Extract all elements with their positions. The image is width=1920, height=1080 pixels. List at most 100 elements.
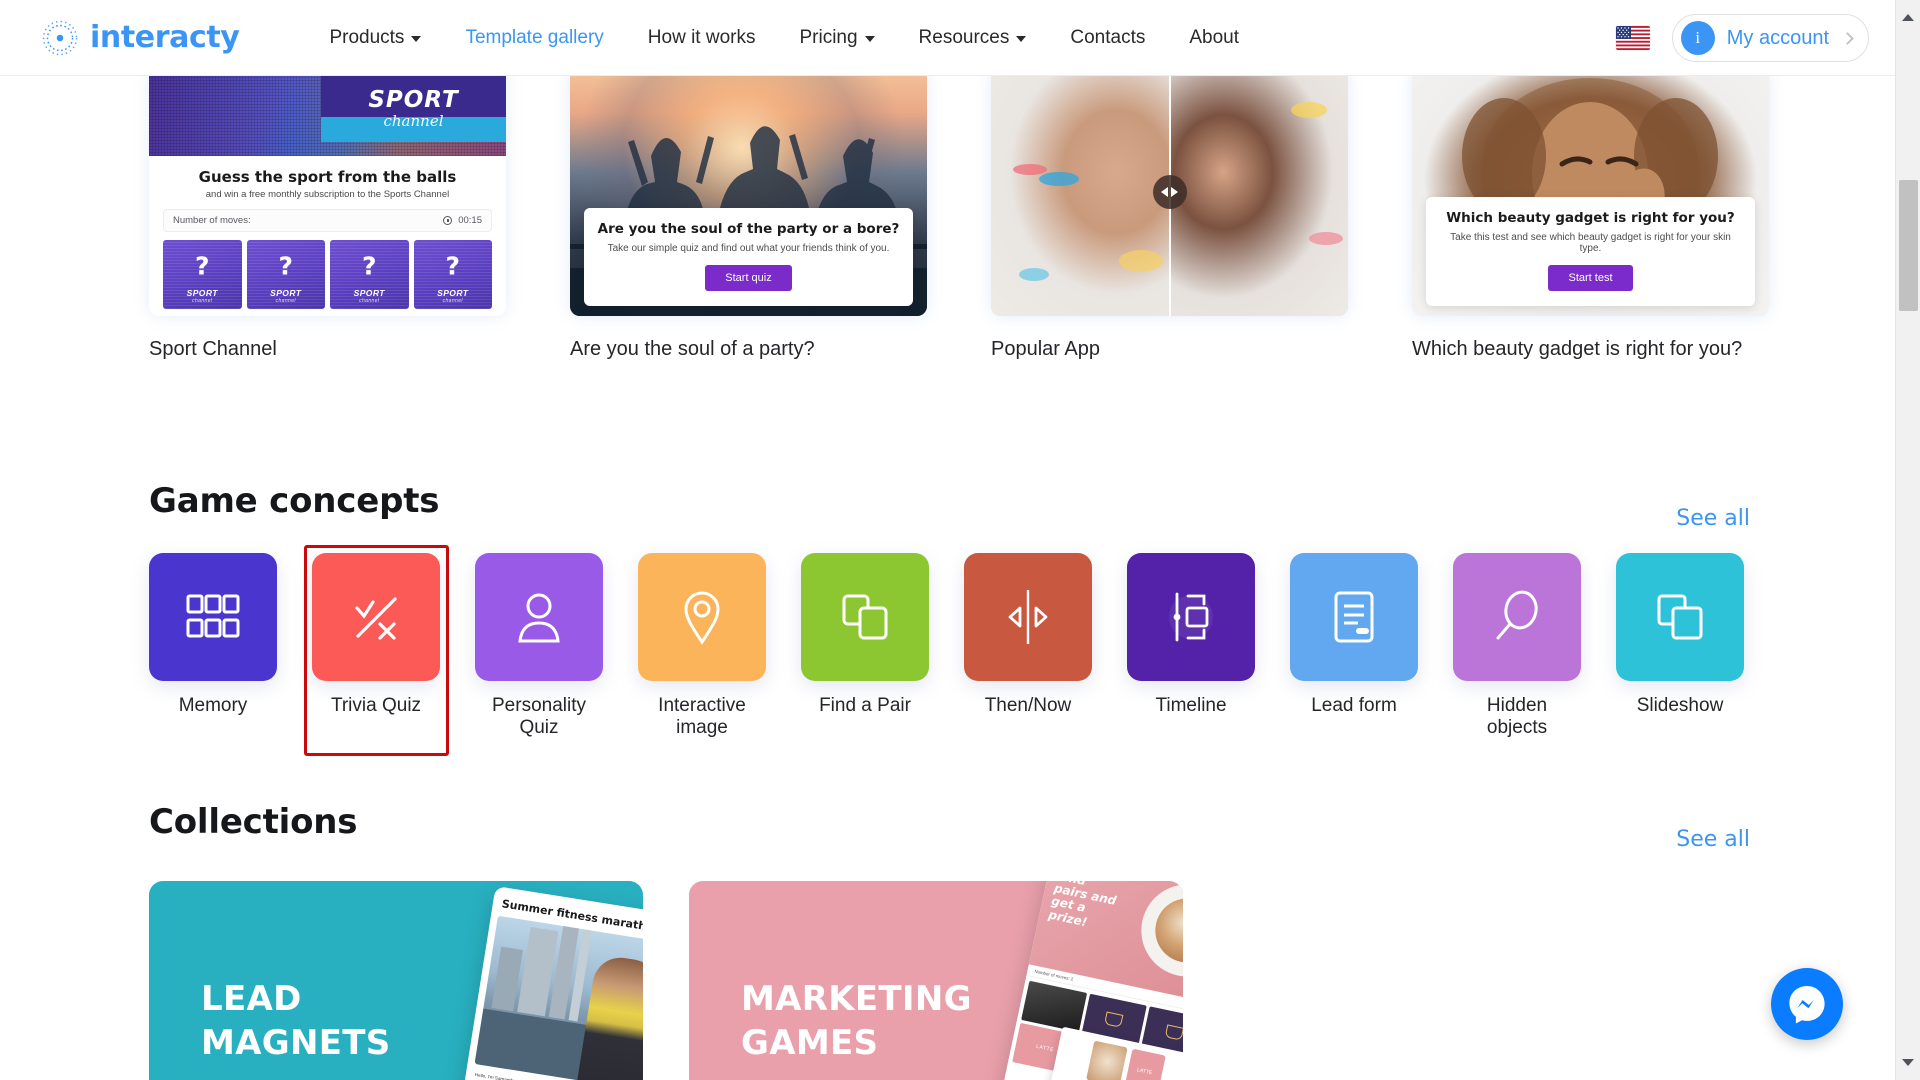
sport-card-body: Guess the sport from the balls and win a… <box>149 156 506 316</box>
collection-title: MARKETING GAMES <box>741 979 972 1064</box>
collection-title: LEAD MAGNETS <box>201 979 391 1064</box>
timer-group: 00:15 <box>443 215 482 226</box>
concept-tile[interactable] <box>1616 553 1744 681</box>
sport-headline: Guess the sport from the balls <box>198 168 457 186</box>
nav-item-products[interactable]: Products <box>307 27 443 49</box>
nav-item-how-it-works[interactable]: How it works <box>626 27 778 49</box>
concept-tile[interactable] <box>638 553 766 681</box>
concept-label: Interactive image <box>658 695 746 738</box>
collection-preview-shot: Summer fitness marathon Hello, I'm Saman… <box>448 885 643 1080</box>
nav-item-resources[interactable]: Resources <box>897 27 1049 49</box>
collection-card-lead-magnets[interactable]: LEAD MAGNETS Summer fitness marathon Hel… <box>149 881 643 1080</box>
template-thumbnail[interactable]: SPORT channel Guess the sport from the b… <box>149 76 506 316</box>
concept-interactive-image[interactable]: Interactive image <box>638 553 766 739</box>
concept-lead-form[interactable]: Lead form <box>1290 553 1418 739</box>
magnifier-icon <box>1496 590 1538 640</box>
template-thumbnail[interactable] <box>991 76 1348 316</box>
start-test-button[interactable]: Start test <box>1548 265 1633 291</box>
my-account-button[interactable]: i My account <box>1671 14 1869 62</box>
nav-label: How it works <box>647 26 756 48</box>
concept-label: Hidden objects <box>1486 695 1548 738</box>
concept-tile[interactable] <box>475 553 603 681</box>
quiz-subhead: Take this test and see which beauty gadg… <box>1450 232 1731 254</box>
sport-channel-badge: SPORT channel <box>321 76 506 142</box>
template-card-soul-of-a-party[interactable]: Are you the soul of the party or a bore?… <box>570 76 927 361</box>
concept-tile[interactable] <box>1290 553 1418 681</box>
nav-item-about[interactable]: About <box>1167 27 1261 49</box>
before-half <box>991 76 1170 316</box>
timeline-icon <box>1169 592 1213 642</box>
game-concepts-see-all[interactable]: See all <box>1676 506 1750 531</box>
nav-label: Resources <box>918 26 1010 48</box>
concept-hidden-objects[interactable]: Hidden objects <box>1453 553 1581 739</box>
avatar: i <box>1680 21 1715 55</box>
sport-badge-subtitle: channel <box>383 111 444 130</box>
tile-label: SPORT channel <box>186 288 218 304</box>
tile-label: SPORT channel <box>353 288 385 304</box>
nav-label: About <box>1189 26 1240 48</box>
nav-item-pricing[interactable]: Pricing <box>777 27 896 49</box>
collections-title: Collections <box>149 802 358 842</box>
concept-trivia-quiz[interactable]: Trivia Quiz <box>312 553 440 739</box>
concept-tile[interactable] <box>801 553 929 681</box>
chevron-right-icon <box>1841 31 1854 45</box>
concept-slideshow[interactable]: Slideshow <box>1616 553 1744 739</box>
page-scrollbar[interactable] <box>1895 0 1920 1080</box>
scroll-up-arrow-icon[interactable] <box>1902 14 1914 21</box>
nav-label: Contacts <box>1070 26 1146 48</box>
concept-personality-quiz[interactable]: Personality Quiz <box>475 553 603 739</box>
page-root: interacty Products Template gallery How … <box>0 0 1920 1080</box>
stacked-slides-icon <box>1657 594 1703 640</box>
concept-timeline[interactable]: Timeline <box>1127 553 1255 739</box>
sport-banner-image: SPORT channel <box>149 76 506 156</box>
scrollbar-thumb[interactable] <box>1899 180 1918 311</box>
concept-label: Timeline <box>1155 695 1227 716</box>
scroll-down-arrow-icon[interactable] <box>1902 1059 1914 1066</box>
template-thumbnail[interactable]: Are you the soul of the party or a bore?… <box>570 76 927 316</box>
radial-burst-logo-icon <box>40 18 80 58</box>
messenger-chat-button[interactable] <box>1771 968 1843 1040</box>
nav-item-contacts[interactable]: Contacts <box>1048 27 1167 49</box>
concept-tile[interactable] <box>1127 553 1255 681</box>
tile-label: SPORT channel <box>437 288 469 304</box>
logo[interactable]: interacty <box>40 18 240 58</box>
start-quiz-button[interactable]: Start quiz <box>705 265 792 291</box>
collections-see-all[interactable]: See all <box>1676 827 1750 852</box>
collections-list: LEAD MAGNETS Summer fitness marathon Hel… <box>149 881 1183 1080</box>
concept-memory[interactable]: Memory <box>149 553 277 739</box>
question-mark: ? <box>278 251 294 281</box>
concept-label: Then/Now <box>984 695 1072 716</box>
collection-card-marketing-games[interactable]: MARKETING GAMES MEMORY GAME Find pairs a… <box>689 881 1183 1080</box>
chevron-down-icon <box>1016 35 1027 42</box>
concept-then-now[interactable]: Then/Now <box>964 553 1092 739</box>
concept-tile[interactable] <box>1453 553 1581 681</box>
quiz-subhead: Take our simple quiz and find out what y… <box>607 243 890 254</box>
before-after-handle[interactable] <box>1152 175 1187 209</box>
memory-tile[interactable]: ? SPORT channel <box>163 240 242 309</box>
template-thumbnail[interactable]: Which beauty gadget is right for you? Ta… <box>1412 76 1769 316</box>
header-right-controls: i My account <box>1615 0 1869 76</box>
concept-tile[interactable] <box>312 553 440 681</box>
tile-label: SPORT channel <box>270 288 302 304</box>
concept-find-a-pair[interactable]: Find a Pair <box>801 553 929 739</box>
timer-value: 00:15 <box>458 215 482 226</box>
concept-label: Personality Quiz <box>492 695 586 738</box>
memory-tile[interactable]: ? SPORT channel <box>246 240 325 309</box>
concept-label: Memory <box>178 695 248 716</box>
template-card-sport-channel[interactable]: SPORT channel Guess the sport from the b… <box>149 76 506 361</box>
main-nav: Products Template gallery How it works P… <box>307 27 1261 49</box>
memory-tile[interactable]: ? SPORT channel <box>330 240 409 309</box>
template-card-popular-app[interactable]: Popular App <box>991 76 1348 361</box>
logo-text: interacty <box>90 20 240 55</box>
arrow-left-icon <box>1161 187 1168 197</box>
template-card-beauty-gadget[interactable]: Which beauty gadget is right for you? Ta… <box>1412 76 1769 361</box>
concept-tile[interactable] <box>964 553 1092 681</box>
game-concepts-title: Game concepts <box>149 481 440 521</box>
us-flag-icon[interactable] <box>1615 26 1650 50</box>
nav-item-template-gallery[interactable]: Template gallery <box>443 27 625 49</box>
concept-tile[interactable] <box>149 553 277 681</box>
memory-tile[interactable]: ? SPORT channel <box>413 240 492 309</box>
sport-status-bar: Number of moves: 00:15 <box>163 209 492 232</box>
collection-preview-shot: MEMORY GAME Find pairs and get a prize! … <box>984 881 1183 1080</box>
template-title: Sport Channel <box>149 338 277 360</box>
